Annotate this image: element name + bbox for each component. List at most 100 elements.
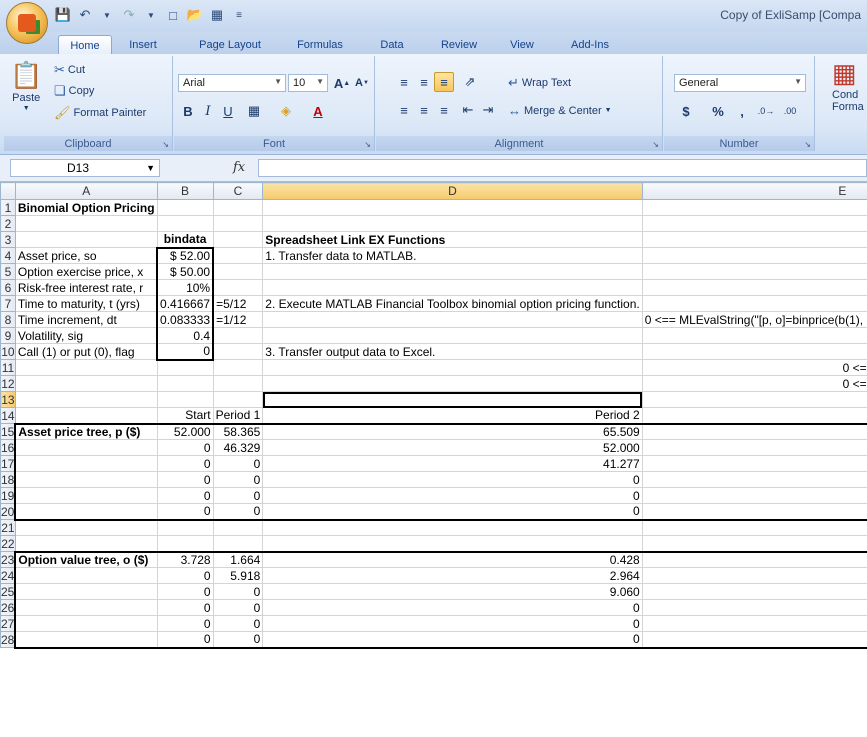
- cell-b26[interactable]: 0: [156, 599, 214, 616]
- align-right-icon[interactable]: ≡: [434, 100, 454, 120]
- cell-a20[interactable]: [14, 503, 158, 521]
- cell-a7[interactable]: Time to maturity, t (yrs): [14, 295, 158, 312]
- column-header-c[interactable]: C: [212, 182, 264, 200]
- cell-a26[interactable]: [14, 599, 158, 616]
- increase-decimal-icon[interactable]: .0→: [756, 101, 776, 121]
- cell-c26[interactable]: 0: [212, 599, 264, 616]
- number-format-select[interactable]: General ▼: [674, 74, 806, 92]
- cell-e22[interactable]: [641, 535, 867, 552]
- cell-c25[interactable]: 0: [212, 583, 264, 600]
- cell-a23[interactable]: Option value tree, o ($): [14, 550, 158, 568]
- orientation-icon[interactable]: ⇗: [460, 72, 480, 92]
- dialog-launcher-icon[interactable]: ↘: [804, 140, 811, 149]
- cell-c23[interactable]: 1.664: [212, 550, 264, 568]
- undo-icon[interactable]: ↶: [76, 6, 94, 24]
- cell-b17[interactable]: 0: [156, 455, 214, 472]
- cell-d17[interactable]: 41.277: [262, 455, 643, 472]
- column-header-a[interactable]: A: [14, 182, 158, 200]
- cell-d26[interactable]: 0: [262, 599, 643, 616]
- cell-c17[interactable]: 0: [212, 455, 264, 472]
- row-header[interactable]: 12: [0, 375, 16, 392]
- cell-a15[interactable]: Asset price tree, p ($): [14, 422, 158, 440]
- align-left-icon[interactable]: ≡: [394, 100, 414, 120]
- cell-e12[interactable]: 0 <== MLGetMatrix("o", "value_tree"): [641, 375, 867, 392]
- cell-c10[interactable]: [212, 343, 264, 360]
- tab-page-layout[interactable]: Page Layout: [188, 35, 272, 54]
- cell-b8[interactable]: 0.083333: [156, 311, 215, 328]
- insert-function-icon[interactable]: fx: [233, 160, 245, 175]
- cell-a21[interactable]: [14, 519, 158, 536]
- cell-e3[interactable]: [641, 231, 867, 248]
- cell-b18[interactable]: 0: [156, 471, 214, 488]
- cell-a2[interactable]: [14, 215, 158, 232]
- cell-e16[interactable]: 58.365: [641, 439, 867, 456]
- row-header[interactable]: 16: [0, 439, 16, 456]
- matlab-icon[interactable]: ▦: [208, 6, 226, 24]
- cell-c14[interactable]: Period 1: [212, 407, 264, 424]
- cell-b24[interactable]: 0: [156, 567, 214, 584]
- cell-b20[interactable]: 0: [156, 503, 214, 521]
- decrease-decimal-icon[interactable]: .00: [780, 101, 800, 121]
- cell-a13[interactable]: [14, 391, 158, 408]
- row-header[interactable]: 2: [0, 215, 16, 232]
- cell-d18[interactable]: 0: [262, 471, 643, 488]
- cell-d5[interactable]: [262, 263, 643, 280]
- cell-c13[interactable]: [212, 391, 264, 408]
- cell-b5[interactable]: $ 50.00: [156, 263, 215, 280]
- cell-c16[interactable]: 46.329: [212, 439, 264, 456]
- dialog-launcher-icon[interactable]: ↘: [162, 140, 169, 149]
- cell-d13[interactable]: [262, 391, 643, 408]
- select-all-corner[interactable]: [0, 182, 16, 200]
- wrap-text-button[interactable]: ↵ Wrap Text: [508, 75, 571, 91]
- cell-b6[interactable]: 10%: [156, 279, 215, 296]
- cell-b16[interactable]: 0: [156, 439, 214, 456]
- align-bottom-icon[interactable]: ≡: [434, 72, 454, 92]
- cell-b10[interactable]: 0: [156, 343, 215, 361]
- column-header-d[interactable]: D: [262, 182, 643, 200]
- decrease-indent-icon[interactable]: ⇤: [458, 100, 478, 120]
- row-header[interactable]: 28: [0, 631, 16, 648]
- cell-e23[interactable]: 0: [641, 550, 867, 568]
- cell-c18[interactable]: 0: [212, 471, 264, 488]
- cell-d16[interactable]: 52.000: [262, 439, 643, 456]
- cell-c28[interactable]: 0: [212, 631, 264, 649]
- copy-button[interactable]: ❏ Copy: [54, 83, 94, 99]
- cell-d15[interactable]: 65.509: [262, 422, 643, 440]
- dialog-launcher-icon[interactable]: ↘: [364, 140, 371, 149]
- font-name-select[interactable]: Arial ▼: [178, 74, 286, 92]
- open-folder-icon[interactable]: 📂: [186, 6, 204, 24]
- row-header[interactable]: 27: [0, 615, 16, 632]
- cell-e21[interactable]: [641, 519, 867, 536]
- cell-a27[interactable]: [14, 615, 158, 632]
- cell-d21[interactable]: [262, 519, 643, 536]
- row-header[interactable]: 22: [0, 535, 16, 552]
- cell-a9[interactable]: Volatility, sig: [14, 327, 158, 344]
- cell-a16[interactable]: [14, 439, 158, 456]
- dropdown-icon[interactable]: ▼: [142, 6, 160, 24]
- italic-icon[interactable]: I: [198, 101, 218, 121]
- row-header[interactable]: 7: [0, 295, 16, 312]
- new-document-icon[interactable]: □: [164, 6, 182, 24]
- cell-b15[interactable]: 52.000: [156, 422, 214, 440]
- column-header-e[interactable]: E: [641, 182, 867, 200]
- cell-c19[interactable]: 0: [212, 487, 264, 504]
- cell-d24[interactable]: 2.964: [262, 567, 643, 584]
- tab-home[interactable]: Home: [58, 35, 112, 55]
- cell-c2[interactable]: [212, 215, 264, 232]
- cell-b9[interactable]: 0.4: [156, 327, 215, 344]
- cell-b2[interactable]: [156, 215, 214, 232]
- cell-c11[interactable]: [212, 359, 264, 376]
- row-header[interactable]: 1: [0, 199, 16, 216]
- cell-d10[interactable]: 3. Transfer output data to Excel.: [262, 343, 643, 360]
- row-header[interactable]: 8: [0, 311, 16, 328]
- cell-d25[interactable]: 9.060: [262, 583, 643, 600]
- cell-b11[interactable]: [156, 359, 214, 376]
- format-painter-button[interactable]: 🖌 Format Painter: [54, 105, 146, 121]
- column-header-b[interactable]: B: [156, 182, 214, 200]
- percent-icon[interactable]: %: [708, 101, 728, 121]
- row-header[interactable]: 25: [0, 583, 16, 600]
- cell-b3[interactable]: bindata: [156, 231, 214, 248]
- cell-b23[interactable]: 3.728: [156, 550, 214, 568]
- cell-c9[interactable]: [212, 327, 264, 344]
- dialog-launcher-icon[interactable]: ↘: [652, 140, 659, 149]
